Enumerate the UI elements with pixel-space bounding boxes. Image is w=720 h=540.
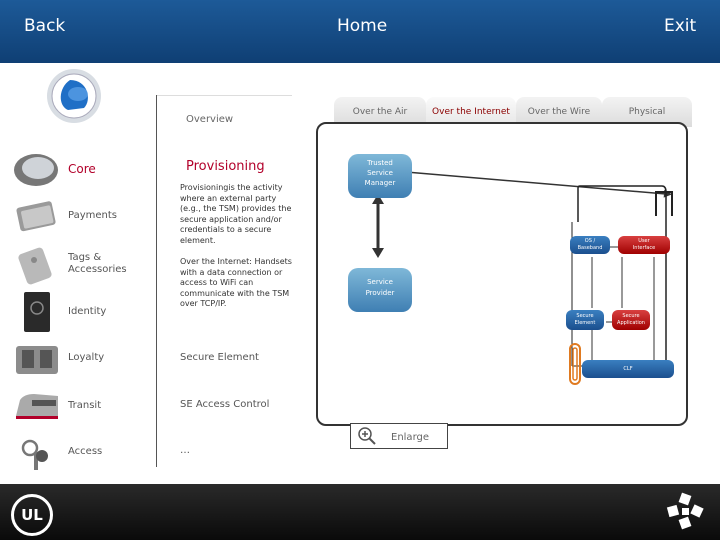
secure-element-link[interactable]: Secure Element [180,352,259,363]
internet-description: Over the Internet: Handsets with a data … [180,257,292,308]
tag-icon [18,247,52,285]
overview-divider [157,95,292,96]
enlarge-button[interactable]: Enlarge [350,423,448,449]
menu-separator [156,95,157,467]
brand-mark-icon [666,492,704,530]
se-access-control-link[interactable]: SE Access Control [180,399,269,410]
clf-node[interactable]: CLF [582,360,674,378]
passport-icon [24,292,50,332]
user-interface-node[interactable]: User Interface [618,236,670,254]
menu-item-core[interactable]: Core [8,150,153,192]
home-button[interactable]: Home [337,16,387,36]
menu-item-transit[interactable]: Transit [8,386,153,428]
enlarge-label: Enlarge [391,432,429,443]
cards-icon [16,346,58,374]
os-baseband-node[interactable]: OS / Baseband [570,236,610,254]
menu-label-loyalty: Loyalty [68,352,105,363]
menu-label-core: Core [68,162,96,176]
core-globe-icon [47,69,101,123]
phone-icon [14,154,58,186]
top-bar: Back Home Exit [0,0,720,63]
overview-link[interactable]: Overview [186,114,233,125]
money-icon [16,201,56,232]
more-link[interactable]: … [180,445,190,456]
secure-element-node[interactable]: Secure Element [566,310,604,330]
service-provider-node[interactable]: Service Provider [348,268,412,312]
exit-button[interactable]: Exit [664,16,696,36]
provisioning-description: Provisioningis the activity where an ext… [180,183,292,245]
ul-logo: UL [11,494,53,536]
back-button[interactable]: Back [24,16,65,36]
train-icon [16,394,58,419]
menu-item-access[interactable]: Access [8,432,153,474]
keys-icon [21,439,48,470]
menu-label-transit: Transit [68,400,102,411]
menu-label-payments: Payments [68,210,117,221]
secure-application-node[interactable]: Secure Application [612,310,650,330]
menu-item-tags[interactable]: Tags & Accessories [8,246,153,288]
menu-label-tags: Tags & Accessories [68,252,127,275]
zoom-in-icon [358,427,376,445]
tsm-node[interactable]: Trusted Service Manager [348,154,412,198]
bottom-bar [0,484,720,540]
menu-item-identity[interactable]: Identity [8,292,153,334]
provisioning-title: Provisioning [186,159,265,174]
menu-label-identity: Identity [68,306,107,317]
menu-item-loyalty[interactable]: Loyalty [8,340,153,382]
menu-label-access: Access [68,446,103,457]
menu-item-payments[interactable]: Payments [8,196,153,238]
